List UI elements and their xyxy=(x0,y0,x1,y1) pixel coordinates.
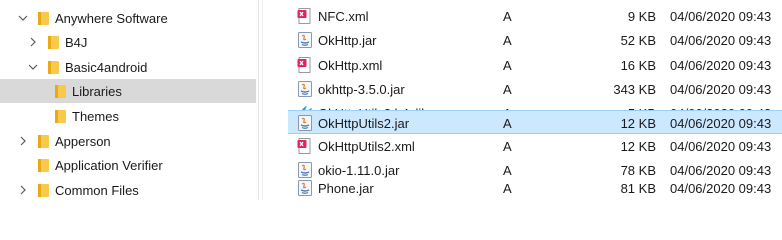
file-explorer-window: Anywhere Software B4J Basic4android Libr… xyxy=(0,0,782,200)
file-row-okhttp-xml[interactable]: OkHttp.xml A 16 KB 04/06/2020 09:43 xyxy=(288,53,782,77)
file-date: 04/06/2020 09:43 xyxy=(670,82,772,97)
nav-item-libraries[interactable]: Libraries xyxy=(0,79,256,103)
file-size: 12 KB xyxy=(620,116,656,131)
file-row-nfc-xml[interactable]: NFC.xml A 9 KB 04/06/2020 09:43 xyxy=(288,4,782,28)
nav-item-label: Basic4android xyxy=(65,60,148,75)
file-row-okhttp-3-5-0-jar[interactable]: okhttp-3.5.0.jar A 343 KB 04/06/2020 09:… xyxy=(288,77,782,101)
nav-item-label: B4J xyxy=(65,35,88,50)
file-row-okhttputils2-jar[interactable]: OkHttpUtils2.jar A 12 KB 04/06/2020 09:4… xyxy=(288,110,782,134)
file-size: 9 KB xyxy=(627,9,656,24)
nav-item-apperson[interactable]: Apperson xyxy=(0,129,256,153)
file-name: OkHttp.xml xyxy=(318,58,383,73)
file-attributes: A xyxy=(503,181,512,196)
folder-icon xyxy=(48,61,59,74)
folder-icon xyxy=(38,135,49,148)
file-date: 04/06/2020 09:43 xyxy=(670,181,772,196)
nav-item-themes[interactable]: Themes xyxy=(0,104,256,128)
pane-divider-edge xyxy=(262,0,263,200)
file-name: okhttp-3.5.0.jar xyxy=(318,82,405,97)
file-name: OkHttp.jar xyxy=(318,33,377,48)
nav-item-label: Anywhere Software xyxy=(55,11,168,26)
chevron-right-icon[interactable] xyxy=(17,184,29,196)
nav-item-common-files[interactable]: Common Files xyxy=(0,178,256,202)
file-size: 16 KB xyxy=(620,58,656,73)
xml-file-icon xyxy=(297,8,313,24)
file-attributes: A xyxy=(503,33,512,48)
file-date: 04/06/2020 09:43 xyxy=(670,9,772,24)
file-date: 04/06/2020 09:43 xyxy=(670,58,772,73)
chevron-right-icon[interactable] xyxy=(17,135,29,147)
nav-item-label: Themes xyxy=(72,109,119,124)
file-attributes: A xyxy=(503,9,512,24)
chevron-down-icon[interactable] xyxy=(27,61,39,73)
nav-item-application-verifier[interactable]: Application Verifier xyxy=(0,153,256,177)
file-date: 04/06/2020 09:43 xyxy=(670,139,772,154)
file-date: 04/06/2020 09:43 xyxy=(670,116,772,131)
file-name: Phone.jar xyxy=(318,181,374,196)
java-jar-icon xyxy=(297,115,313,131)
file-size: 12 KB xyxy=(620,139,656,154)
file-row-okhttputils2-xml[interactable]: OkHttpUtils2.xml A 12 KB 04/06/2020 09:4… xyxy=(288,134,782,158)
pane-divider[interactable] xyxy=(258,0,259,200)
java-jar-icon xyxy=(297,32,313,48)
file-row-okhttp-jar[interactable]: OkHttp.jar A 52 KB 04/06/2020 09:43 xyxy=(288,28,782,52)
file-size: 81 KB xyxy=(620,181,656,196)
folder-icon xyxy=(38,12,49,25)
file-name: OkHttpUtils2.xml xyxy=(318,139,415,154)
xml-file-icon xyxy=(297,138,313,154)
file-name: OkHttpUtils2.jar xyxy=(318,116,410,131)
nav-item-label: Application Verifier xyxy=(55,158,163,173)
xml-file-icon xyxy=(297,57,313,73)
nav-item-b4j[interactable]: B4J xyxy=(0,30,256,54)
nav-item-anywhere-software[interactable]: Anywhere Software xyxy=(0,6,256,30)
navigation-pane: Anywhere Software B4J Basic4android Libr… xyxy=(0,0,258,200)
file-attributes: A xyxy=(503,139,512,154)
chevron-right-icon[interactable] xyxy=(27,36,39,48)
file-name: NFC.xml xyxy=(318,9,369,24)
folder-icon xyxy=(38,159,49,172)
java-jar-icon xyxy=(297,180,313,196)
java-jar-icon xyxy=(297,81,313,97)
nav-item-label: Common Files xyxy=(55,183,139,198)
folder-icon xyxy=(48,36,59,49)
chevron-down-icon[interactable] xyxy=(17,12,29,24)
nav-item-basic4android[interactable]: Basic4android xyxy=(0,55,256,79)
file-date: 04/06/2020 09:43 xyxy=(670,33,772,48)
folder-icon xyxy=(55,85,66,98)
file-size: 343 KB xyxy=(613,82,656,97)
file-size: 52 KB xyxy=(620,33,656,48)
nav-item-label: Apperson xyxy=(55,134,111,149)
file-attributes: A xyxy=(503,82,512,97)
folder-icon xyxy=(55,110,66,123)
file-list: NFC.xml A 9 KB 04/06/2020 09:43 OkHttp.j… xyxy=(288,0,782,200)
nav-item-label: Libraries xyxy=(72,84,122,99)
folder-icon xyxy=(38,184,49,197)
file-attributes: A xyxy=(503,116,512,131)
file-attributes: A xyxy=(503,58,512,73)
file-row-phone-jar[interactable]: Phone.jar A 81 KB 04/06/2020 09:43 xyxy=(288,176,782,200)
